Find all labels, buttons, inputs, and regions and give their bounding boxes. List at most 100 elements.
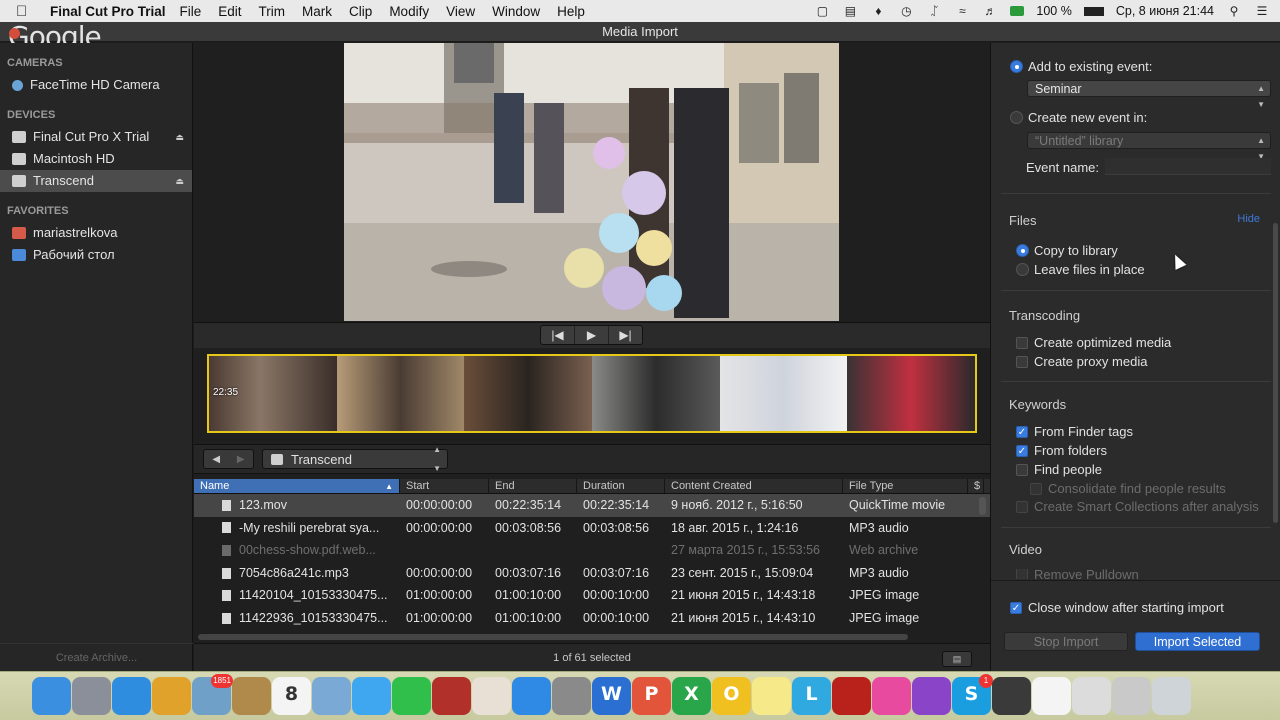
- location-popup[interactable]: Transcend ▲ ▼: [262, 445, 448, 473]
- sidebar-item-home-folder[interactable]: mariastrelkova: [0, 222, 192, 244]
- leave-files-in-place-radio[interactable]: Leave files in place: [1016, 262, 1145, 277]
- eject-icon[interactable]: ⏏: [175, 126, 184, 148]
- photos-icon[interactable]: [472, 677, 511, 715]
- create-archive-button[interactable]: Create Archive...: [0, 643, 193, 671]
- column-header-start[interactable]: Start: [400, 479, 489, 493]
- create-optimized-media-checkbox[interactable]: Create optimized media: [1016, 335, 1171, 350]
- create-new-event-radio[interactable]: Create new event in:: [1010, 110, 1147, 125]
- import-selected-button[interactable]: Import Selected: [1135, 632, 1260, 651]
- spotlight-search-icon[interactable]: ⚲: [1226, 4, 1242, 18]
- stop-import-button[interactable]: Stop Import: [1004, 632, 1128, 651]
- menu-help[interactable]: Help: [557, 4, 585, 19]
- evernote-icon[interactable]: ♦: [870, 4, 886, 18]
- column-header-duration[interactable]: Duration: [577, 479, 665, 493]
- notification-center-icon[interactable]: ☰: [1254, 4, 1270, 18]
- sidebar-item-transcend[interactable]: Transcend ⏏: [0, 170, 192, 192]
- messages-icon[interactable]: [352, 677, 391, 715]
- final-cut-pro-icon[interactable]: [992, 677, 1031, 715]
- sidebar-item-facetime-camera[interactable]: FaceTime HD Camera: [0, 74, 192, 96]
- lync-icon[interactable]: L: [792, 677, 831, 715]
- event-select[interactable]: Seminar ▲ ▼: [1027, 80, 1271, 109]
- word-icon[interactable]: W: [592, 677, 631, 715]
- app-store-icon[interactable]: [512, 677, 551, 715]
- facetime-icon[interactable]: [392, 677, 431, 715]
- notification-icon[interactable]: ▢: [814, 4, 830, 18]
- go-to-start-icon[interactable]: |◀: [541, 326, 575, 344]
- create-proxy-media-checkbox[interactable]: Create proxy media: [1016, 354, 1147, 369]
- vertical-scrollbar[interactable]: [979, 497, 986, 515]
- copy-to-library-radio[interactable]: Copy to library: [1016, 243, 1118, 258]
- itunes-icon[interactable]: [872, 677, 911, 715]
- photo-booth-icon[interactable]: [432, 677, 471, 715]
- column-header-end[interactable]: End: [489, 479, 577, 493]
- battery-percent[interactable]: 100 %: [1036, 4, 1071, 18]
- sidebar-item-macintosh-hd[interactable]: Macintosh HD: [0, 148, 192, 170]
- table-row[interactable]: 11420104_10153330475... 01:00:00:00 01:0…: [194, 584, 990, 607]
- find-people-checkbox[interactable]: Find people: [1016, 462, 1102, 477]
- table-row[interactable]: 123.mov 00:00:00:00 00:22:35:14 00:22:35…: [194, 494, 990, 517]
- outlook-icon[interactable]: O: [712, 677, 751, 715]
- back-arrow-icon[interactable]: ◀: [204, 450, 229, 468]
- event-name-field[interactable]: [1105, 158, 1271, 175]
- table-row[interactable]: 00chess-show.pdf.web... 27 марта 2015 г.…: [194, 539, 990, 562]
- launchpad-icon[interactable]: [72, 677, 111, 715]
- table-row[interactable]: 7054c86a241c.mp3 00:00:00:00 00:03:07:16…: [194, 562, 990, 585]
- clip-filmstrip[interactable]: 22:35: [207, 354, 977, 433]
- app-menu[interactable]: Final Cut Pro Trial: [50, 4, 166, 19]
- calendar-icon[interactable]: 8: [272, 677, 311, 715]
- menu-mark[interactable]: Mark: [302, 4, 332, 19]
- clock[interactable]: Ср, 8 июня 21:44: [1116, 4, 1214, 18]
- filmstrip-view-toggle-icon[interactable]: ▤: [942, 651, 972, 667]
- column-header-name[interactable]: Name ▲: [194, 479, 400, 493]
- table-row[interactable]: 11422936_10153330475... 01:00:00:00 01:0…: [194, 607, 990, 630]
- wifi-icon[interactable]: ≈: [954, 4, 970, 18]
- preview-icon[interactable]: 1851: [192, 674, 233, 715]
- hide-files-button[interactable]: Hide: [1237, 213, 1260, 225]
- bluetooth-icon[interactable]: ᛢ: [926, 4, 942, 18]
- close-window-after-import-checkbox[interactable]: ✓ Close window after starting import: [1010, 600, 1224, 615]
- photos-browser-icon[interactable]: [312, 677, 351, 715]
- library-select[interactable]: “Untitled” library ▲ ▼: [1027, 132, 1271, 161]
- eject-icon[interactable]: ⏏: [175, 170, 184, 192]
- column-header-content-created[interactable]: Content Created: [665, 479, 843, 493]
- document-icon[interactable]: [1032, 677, 1071, 715]
- panel-scrollbar[interactable]: [1273, 223, 1278, 523]
- powerpoint-icon[interactable]: P: [632, 677, 671, 715]
- table-row[interactable]: -My reshili perebrat sya... 00:00:00:00 …: [194, 517, 990, 540]
- column-header-more[interactable]: $: [968, 479, 984, 493]
- from-finder-tags-checkbox[interactable]: ✓ From Finder tags: [1016, 424, 1133, 439]
- menu-window[interactable]: Window: [492, 4, 540, 19]
- volume-icon[interactable]: ♬: [982, 4, 998, 18]
- input-flag-icon[interactable]: [1010, 6, 1025, 16]
- battery-icon[interactable]: [1083, 6, 1104, 16]
- trash-icon[interactable]: [1152, 677, 1191, 715]
- play-icon[interactable]: ▶: [575, 326, 609, 344]
- menu-trim[interactable]: Trim: [259, 4, 286, 19]
- forward-arrow-icon[interactable]: ▶: [229, 450, 254, 468]
- sidebar-item-final-cut-pro-trial[interactable]: Final Cut Pro X Trial ⏏: [0, 126, 192, 148]
- acrobat-icon[interactable]: [832, 677, 871, 715]
- horizontal-scrollbar[interactable]: [198, 634, 908, 640]
- chrome-icon[interactable]: [152, 677, 191, 715]
- display-icon[interactable]: ▤: [842, 4, 858, 18]
- column-header-file-type[interactable]: File Type: [843, 479, 968, 493]
- menu-modify[interactable]: Modify: [389, 4, 429, 19]
- contacts-icon[interactable]: [232, 677, 271, 715]
- excel-icon[interactable]: X: [672, 677, 711, 715]
- menu-clip[interactable]: Clip: [349, 4, 372, 19]
- menu-view[interactable]: View: [446, 4, 475, 19]
- close-window-button[interactable]: [9, 28, 20, 39]
- go-to-end-icon[interactable]: ▶|: [609, 326, 642, 344]
- notes-icon[interactable]: [752, 677, 791, 715]
- menu-edit[interactable]: Edit: [218, 4, 241, 19]
- screenshot-icon[interactable]: [1072, 677, 1111, 715]
- apple-icon[interactable]: : [16, 3, 38, 20]
- consolidate-find-people-checkbox[interactable]: Consolidate find people results: [1030, 481, 1226, 496]
- podcast-icon[interactable]: [912, 677, 951, 715]
- skype-icon[interactable]: S1: [952, 674, 993, 715]
- remove-pulldown-checkbox[interactable]: Remove Pulldown: [1016, 569, 1139, 579]
- from-folders-checkbox[interactable]: ✓ From folders: [1016, 443, 1107, 458]
- sidebar-item-desktop[interactable]: Рабочий стол: [0, 244, 192, 266]
- safari-icon[interactable]: [112, 677, 151, 715]
- system-preferences-icon[interactable]: [552, 677, 591, 715]
